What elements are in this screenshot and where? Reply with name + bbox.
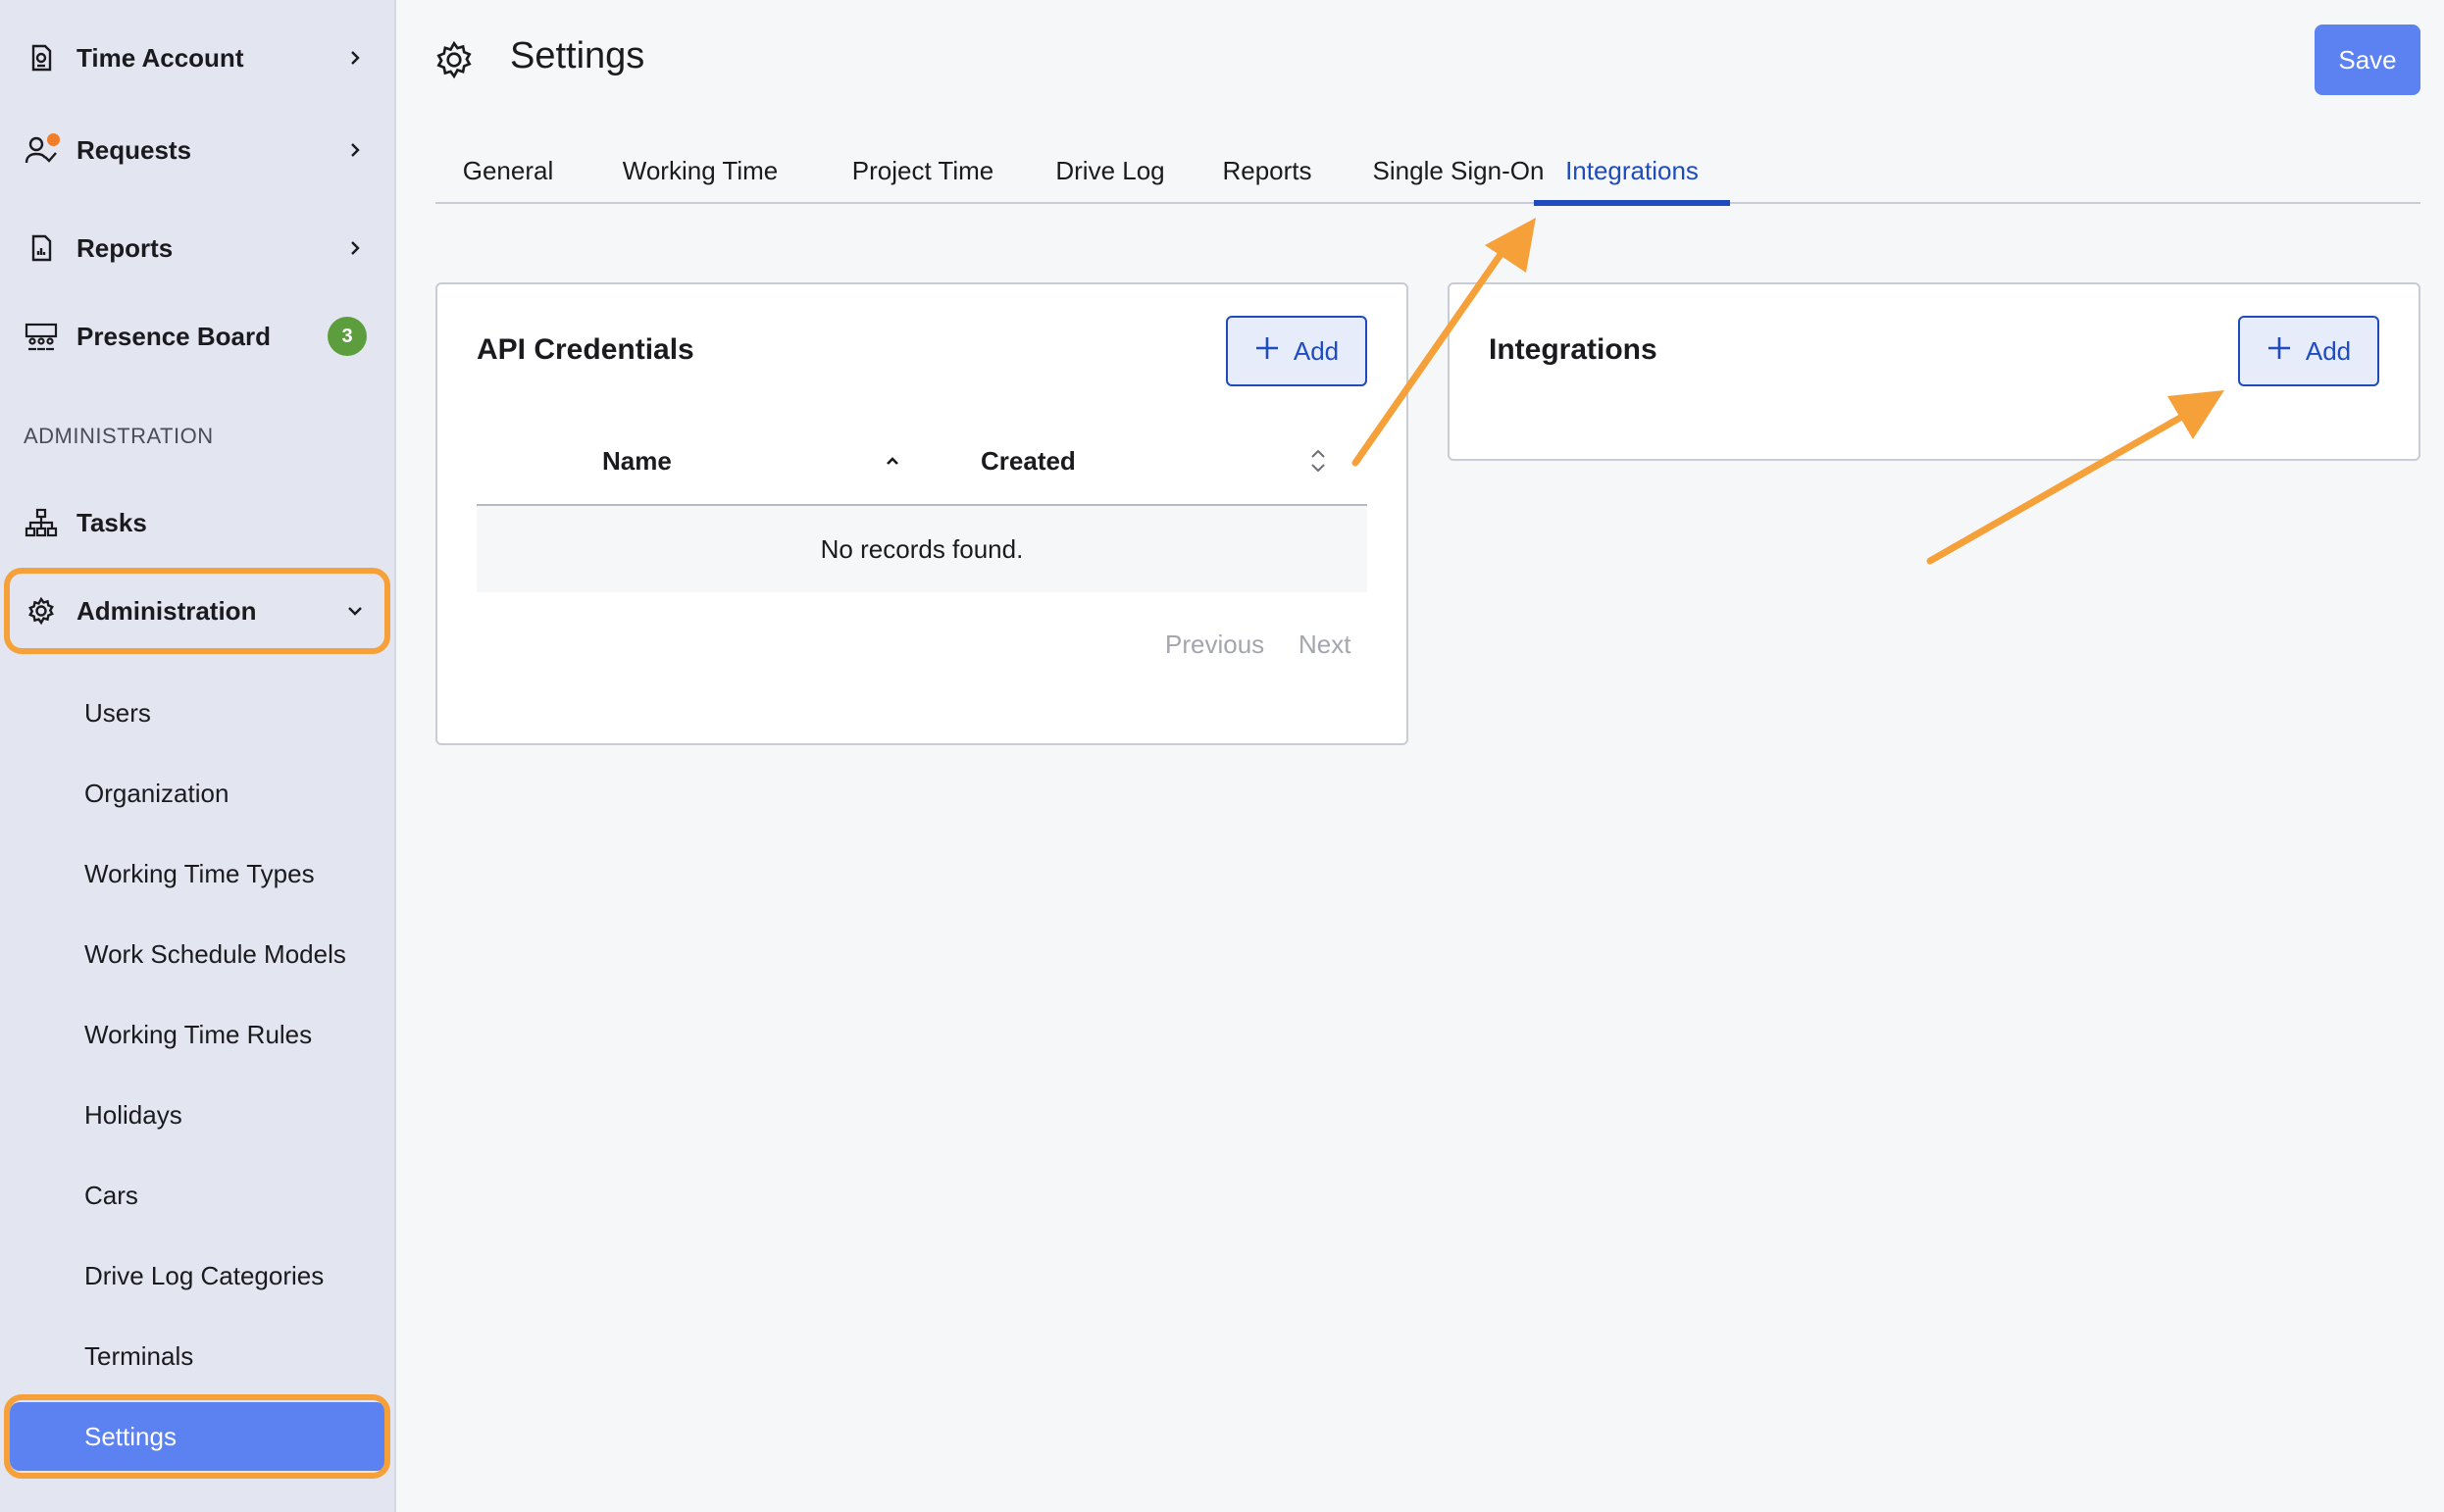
add-label: Add xyxy=(1293,335,1340,366)
sidebar-item-label: Time Account xyxy=(76,42,244,73)
settings-highlight xyxy=(4,1394,390,1479)
time-account-icon xyxy=(24,40,59,76)
administration-section-header: ADMINISTRATION xyxy=(24,424,214,448)
chevron-right-icon xyxy=(337,230,373,266)
sidebar-subitem-users[interactable]: Users xyxy=(0,679,396,747)
sidebar-subitem-terminals[interactable]: Terminals xyxy=(0,1322,396,1390)
sidebar-subitem-organization[interactable]: Organization xyxy=(0,759,396,828)
administration-highlight xyxy=(4,568,390,654)
integrations-title: Integrations xyxy=(1489,333,1657,366)
add-integration-button[interactable]: Add xyxy=(2238,316,2379,386)
sidebar-item-label: Requests xyxy=(76,134,192,165)
save-button[interactable]: Save xyxy=(2315,25,2420,95)
previous-page-button[interactable]: Previous xyxy=(1165,630,1264,660)
column-header-label: Name xyxy=(602,445,672,476)
tab-general[interactable]: General xyxy=(435,137,581,204)
sidebar-item-label: Reports xyxy=(76,232,174,263)
sidebar-subitem-cars[interactable]: Cars xyxy=(0,1161,396,1230)
tab-drive-log[interactable]: Drive Log xyxy=(1026,137,1195,204)
tab-working-time[interactable]: Working Time xyxy=(581,137,820,204)
sidebar-item-requests[interactable]: Requests xyxy=(0,106,396,194)
add-label: Add xyxy=(2305,335,2352,366)
sidebar-item-label: Tasks xyxy=(76,507,147,537)
column-header-created[interactable]: Created xyxy=(981,431,1076,490)
sidebar-item-reports[interactable]: Reports xyxy=(0,204,396,292)
next-page-button[interactable]: Next xyxy=(1298,630,1350,660)
sidebar-item-tasks[interactable]: Tasks xyxy=(0,479,396,567)
tab-reports[interactable]: Reports xyxy=(1195,137,1340,204)
reports-icon xyxy=(24,230,59,266)
sidebar-subitem-holidays[interactable]: Holidays xyxy=(0,1081,396,1149)
sort-ascending-icon[interactable] xyxy=(883,451,902,476)
sidebar-item-time-account[interactable]: Time Account xyxy=(0,14,396,102)
column-header-label: Created xyxy=(981,445,1076,476)
plus-icon xyxy=(2266,335,2292,368)
plus-icon xyxy=(1254,335,1280,368)
sidebar-item-presence-board[interactable]: Presence Board 3 xyxy=(0,292,396,380)
sidebar-item-label: Presence Board xyxy=(76,321,271,351)
add-api-credential-button[interactable]: Add xyxy=(1226,316,1367,386)
sidebar-subitem-working-time-rules[interactable]: Working Time Rules xyxy=(0,1000,396,1069)
notification-dot xyxy=(47,133,60,146)
empty-state-row: No records found. xyxy=(477,506,1367,592)
page-title: Settings xyxy=(510,35,645,76)
chevron-right-icon xyxy=(337,132,373,168)
presence-count-badge: 3 xyxy=(328,317,367,356)
settings-gear-icon xyxy=(433,39,475,80)
presence-board-icon xyxy=(24,319,59,354)
api-credentials-title: API Credentials xyxy=(477,333,694,366)
sort-unsorted-icon[interactable] xyxy=(1306,445,1330,481)
sidebar-subitem-drive-log-categories[interactable]: Drive Log Categories xyxy=(0,1241,396,1310)
settings-tabs: General Working Time Project Time Drive … xyxy=(435,137,2420,206)
tab-integrations[interactable]: Integrations xyxy=(1534,137,1730,206)
tab-project-time[interactable]: Project Time xyxy=(820,137,1026,204)
sidebar-subitem-work-schedule-models[interactable]: Work Schedule Models xyxy=(0,920,396,988)
column-header-name[interactable]: Name xyxy=(602,431,672,490)
sidebar: Time Account Requests Reports Presence B… xyxy=(0,0,396,1512)
sidebar-subitem-working-time-types[interactable]: Working Time Types xyxy=(0,839,396,908)
tasks-icon xyxy=(24,505,59,540)
chevron-right-icon xyxy=(337,40,373,76)
